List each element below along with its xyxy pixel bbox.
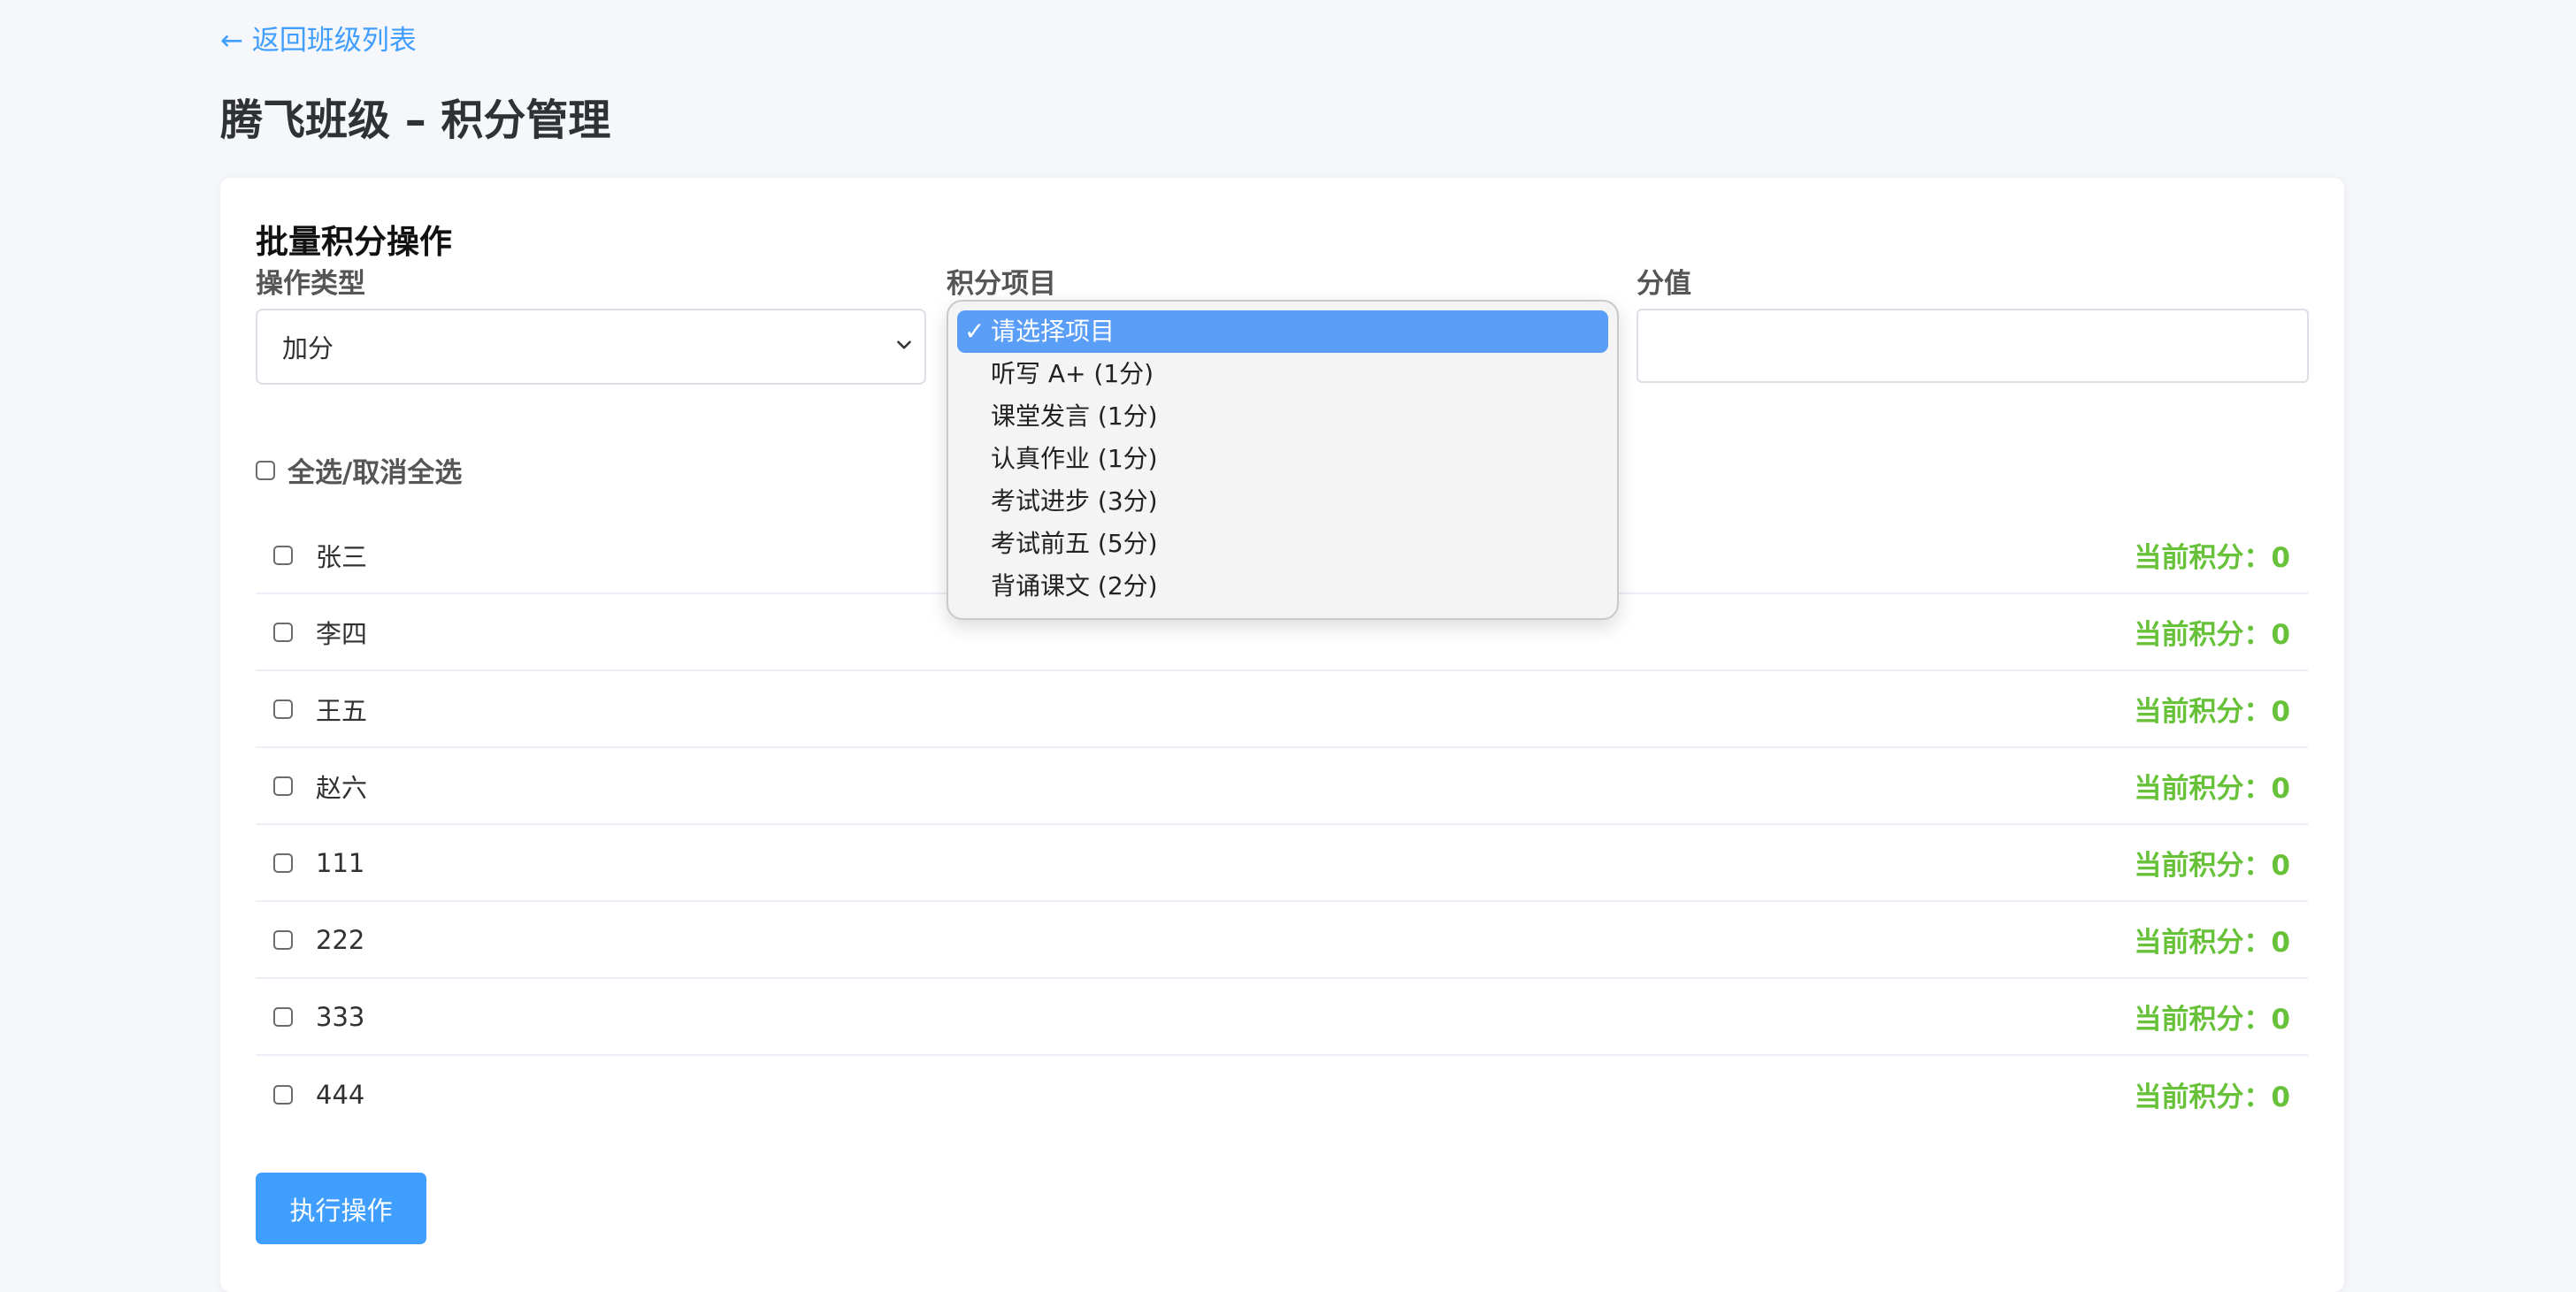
back-link-label: ← 返回班级列表 (220, 25, 417, 57)
select-all-toggle[interactable]: 全选/取消全选 (256, 450, 462, 490)
operation-type-select[interactable]: 加分 (256, 309, 926, 385)
student-name: 张三 (316, 541, 368, 572)
student-name: 王五 (316, 695, 368, 726)
back-to-class-list-link[interactable]: ← 返回班级列表 (220, 18, 417, 57)
page-title: 腾飞班级 – 积分管理 (220, 96, 611, 145)
student-checkbox[interactable] (273, 929, 293, 950)
dropdown-option[interactable]: 背诵课文 (2分) (957, 565, 1608, 608)
dropdown-option[interactable]: 认真作业 (1分) (957, 438, 1608, 480)
dropdown-option[interactable]: ✓ 请选择项目 (957, 310, 1608, 353)
student-row: 444 当前积分：0 (256, 1056, 2308, 1133)
student-name: 赵六 (316, 772, 368, 803)
student-checkbox[interactable] (273, 699, 293, 719)
student-checkbox[interactable] (273, 852, 293, 873)
operation-type-label: 操作类型 (256, 268, 365, 300)
student-name: 333 (316, 1001, 365, 1032)
select-all-label: 全选/取消全选 (288, 457, 463, 489)
points-value-input[interactable] (1637, 309, 2309, 383)
student-score: 当前积分：0 (2134, 1004, 2290, 1036)
points-value-label: 分值 (1637, 268, 1691, 300)
student-name: 222 (316, 924, 365, 955)
points-item-dropdown[interactable]: ✓ 请选择项目 听写 A+ (1分) 课堂发言 (1分) 认真作业 (1分) 考… (947, 300, 1619, 620)
chevron-down-icon (897, 340, 911, 349)
student-checkbox[interactable] (273, 1084, 293, 1105)
option-label: 背诵课文 (2分) (991, 571, 1158, 600)
student-score: 当前积分：0 (2134, 773, 2290, 805)
option-label: 听写 A+ (1分) (991, 359, 1154, 388)
check-icon: ✓ (964, 317, 985, 346)
dropdown-option[interactable]: 听写 A+ (1分) (957, 353, 1608, 395)
student-score: 当前积分：0 (2134, 696, 2290, 728)
student-row: 111 当前积分：0 (256, 825, 2308, 902)
student-score: 当前积分：0 (2134, 619, 2290, 651)
operation-type-value: 加分 (282, 333, 334, 363)
student-checkbox[interactable] (273, 545, 293, 565)
dropdown-option[interactable]: 课堂发言 (1分) (957, 395, 1608, 438)
batch-points-card: 批量积分操作 操作类型 积分项目 分值 加分 全选/取消全选 张三 当前积分：0… (220, 178, 2344, 1292)
dropdown-option[interactable]: 考试进步 (3分) (957, 480, 1608, 523)
student-checkbox[interactable] (273, 1006, 293, 1027)
points-item-label: 积分项目 (947, 268, 1056, 300)
option-label: 考试进步 (3分) (991, 486, 1158, 516)
dropdown-option[interactable]: 考试前五 (5分) (957, 523, 1608, 565)
student-score: 当前积分：0 (2134, 927, 2290, 959)
student-name: 111 (316, 847, 365, 878)
option-label: 请选择项目 (991, 317, 1116, 346)
option-label: 认真作业 (1分) (991, 444, 1158, 473)
option-label: 课堂发言 (1分) (991, 401, 1158, 431)
student-row: 222 当前积分：0 (256, 902, 2308, 979)
student-score: 当前积分：0 (2134, 850, 2290, 882)
student-checkbox[interactable] (273, 776, 293, 796)
student-score: 当前积分：0 (2134, 1082, 2290, 1113)
select-all-checkbox[interactable] (256, 460, 275, 480)
student-name: 444 (316, 1079, 365, 1110)
student-checkbox[interactable] (273, 622, 293, 642)
student-row: 王五 当前积分：0 (256, 671, 2308, 748)
option-label: 考试前五 (5分) (991, 529, 1158, 558)
student-row: 333 当前积分：0 (256, 979, 2308, 1056)
student-row: 赵六 当前积分：0 (256, 748, 2308, 825)
student-score: 当前积分：0 (2134, 542, 2290, 574)
student-name: 李四 (316, 618, 368, 649)
section-title: 批量积分操作 (256, 223, 452, 261)
execute-button[interactable]: 执行操作 (256, 1173, 426, 1244)
